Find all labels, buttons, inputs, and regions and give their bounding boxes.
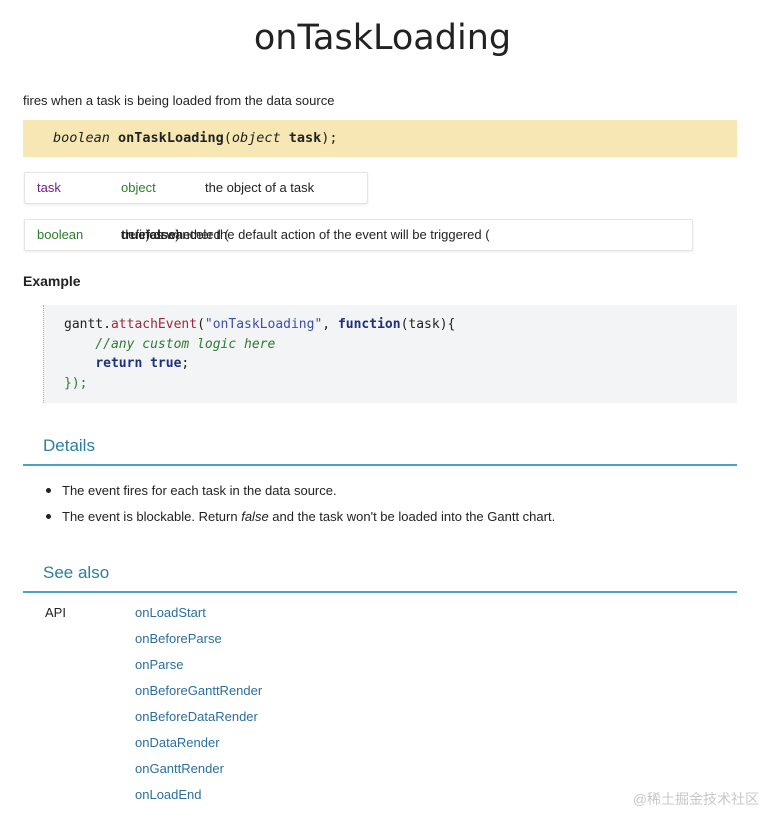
bullet-icon [46, 514, 51, 519]
code-paren: ( [197, 317, 205, 332]
api-link-item: onBeforeDataRender [135, 709, 262, 735]
code-keyword-function: function [337, 317, 401, 332]
api-link-item: onGanttRender [135, 761, 262, 787]
code-comma: , [322, 317, 338, 332]
api-link-item: onBeforeParse [135, 631, 262, 657]
code-value-true: true [142, 356, 182, 371]
signature-name: onTaskLoading [118, 130, 224, 146]
param-description: the object of a task [205, 180, 315, 195]
code-args: (task){ [400, 317, 456, 332]
api-link-item: onBeforeGanttRender [135, 683, 262, 709]
api-link-item: onLoadStart [135, 605, 262, 631]
returns-table: boolean defines whether the default acti… [24, 219, 693, 251]
code-line-1: gantt.attachEvent("onTaskLoading", funct… [64, 315, 737, 335]
params-table: task object the object of a task [24, 172, 368, 204]
api-label: API [45, 605, 66, 620]
event-description: fires when a task is being loaded from t… [23, 93, 335, 108]
code-semicolon: ; [181, 356, 190, 371]
bullet-icon [46, 488, 51, 493]
return-type: boolean [37, 227, 84, 242]
link-on-load-end[interactable]: onLoadEnd [135, 787, 202, 802]
details-list: The event fires for each task in the dat… [46, 480, 556, 532]
param-type: object [121, 180, 156, 195]
return-description: defines whether the default action of th… [121, 220, 490, 250]
page-title: onTaskLoading [253, 18, 512, 58]
signature-open-paren: ( [223, 130, 232, 146]
details-text-post: and the task won't be loaded into the Ga… [268, 509, 556, 524]
api-link-list: onLoadStart onBeforeParse onParse onBefo… [135, 605, 262, 813]
api-link-item: onDataRender [135, 735, 262, 761]
signature-close: ); [321, 130, 338, 146]
api-link-item: onLoadEnd [135, 787, 262, 813]
code-line-4: }); [64, 375, 88, 391]
link-on-data-render[interactable]: onDataRender [135, 735, 220, 750]
watermark: @稀土掘金技术社区 [632, 791, 759, 807]
example-heading: Example [23, 273, 81, 289]
signature-param-name: task [288, 130, 322, 146]
details-item: The event fires for each task in the dat… [46, 480, 555, 506]
api-link-item: onParse [135, 657, 262, 683]
code-string: "onTaskLoading" [204, 317, 323, 332]
details-item: The event is blockable. Return false and… [46, 506, 556, 532]
documentation-page: onTaskLoading fires when a task is being… [0, 0, 765, 813]
details-text: The event fires for each task in the dat… [62, 483, 337, 498]
signature-param-type: object [231, 130, 281, 146]
link-on-before-data-render[interactable]: onBeforeDataRender [135, 709, 258, 724]
signature-return-type: boolean [53, 130, 110, 146]
code-object: gantt. [64, 317, 111, 332]
details-heading: Details [23, 436, 737, 466]
return-desc-post: ) [175, 227, 180, 242]
code-line-2: //any custom logic here [64, 336, 276, 352]
link-on-parse[interactable]: onParse [135, 657, 183, 672]
link-on-gantt-render[interactable]: onGanttRender [135, 761, 224, 776]
link-on-load-start[interactable]: onLoadStart [135, 605, 206, 620]
code-keyword-return: return [95, 356, 143, 371]
details-text: The event is blockable. Return [62, 509, 242, 524]
method-signature: boolean onTaskLoading(object task); [23, 120, 737, 157]
details-emphasis: false [241, 509, 269, 524]
link-on-before-parse[interactable]: onBeforeParse [135, 631, 222, 646]
code-example: gantt.attachEvent("onTaskLoading", funct… [43, 305, 737, 403]
link-on-before-gantt-render[interactable]: onBeforeGanttRender [135, 683, 262, 698]
param-name: task [37, 180, 61, 195]
see-also-heading: See also [23, 563, 737, 593]
return-desc-mid: ) or canceled ( [145, 227, 229, 242]
code-method: attachEvent [110, 317, 198, 332]
code-line-3: return true; [64, 354, 737, 374]
